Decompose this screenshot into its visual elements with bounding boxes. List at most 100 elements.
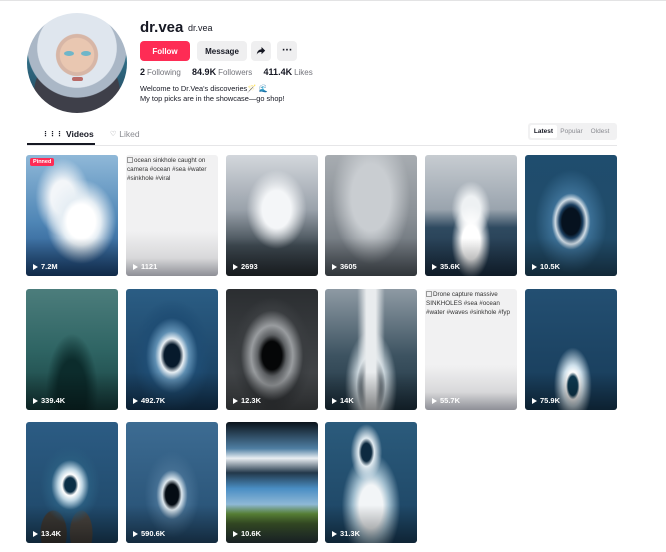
view-count-value: 55.7K [440, 396, 461, 405]
view-count: 7.2M [33, 262, 58, 271]
play-icon [133, 397, 138, 404]
view-count-value: 3605 [340, 262, 357, 271]
view-count-value: 75.9K [540, 396, 561, 405]
video-card[interactable]: 3605 [325, 155, 417, 276]
grid-icon: ⋮⋮⋮ [42, 131, 63, 138]
video-card[interactable]: 13.4K [26, 422, 118, 543]
bio-line-2: My top picks are in the showcase—go shop… [140, 94, 285, 103]
play-icon [133, 530, 138, 537]
view-count: 1121 [133, 262, 157, 271]
likes-label: Likes [294, 68, 313, 77]
sort-popular[interactable]: Popular [559, 125, 584, 138]
play-icon [532, 397, 537, 404]
view-count: 12.3K [233, 396, 261, 405]
video-card[interactable]: 10.5K [525, 155, 617, 276]
tabs-divider [27, 145, 617, 146]
share-icon [256, 47, 266, 55]
bio-line-1: Welcome to Dr.Vea's discoveries🪄 🌊 [140, 84, 268, 93]
view-count: 10.6K [233, 529, 261, 538]
view-count: 492.7K [133, 396, 165, 405]
video-card[interactable]: 339.4K [26, 289, 118, 410]
message-button[interactable]: Message [197, 41, 247, 61]
avatar-eye-right [81, 51, 91, 56]
play-icon [33, 397, 38, 404]
play-icon [133, 263, 138, 270]
broken-thumbnail-alt-text: ocean sinkhole caught on camera #ocean #… [127, 156, 215, 183]
play-icon [332, 530, 337, 537]
video-card[interactable]: 31.3K [325, 422, 417, 543]
view-count-value: 31.3K [340, 529, 361, 538]
pinned-badge: Pinned [30, 158, 55, 166]
play-icon [33, 530, 38, 537]
video-card[interactable]: 492.7K [126, 289, 218, 410]
tab-videos[interactable]: ⋮⋮⋮ Videos [42, 128, 94, 142]
likes-count: 411.4K [263, 67, 293, 77]
sort-oldest[interactable]: Oldest [586, 125, 614, 138]
view-count-value: 10.6K [241, 529, 262, 538]
video-card[interactable]: 35.6K [425, 155, 517, 276]
view-count: 31.3K [332, 529, 360, 538]
view-count: 75.9K [532, 396, 560, 405]
following-count: 2 [140, 67, 146, 77]
play-icon [233, 397, 238, 404]
follow-button[interactable]: Follow [140, 41, 190, 61]
share-button[interactable] [251, 41, 271, 61]
video-card[interactable]: Drone capture massive SINKHOLES #sea #oc… [425, 289, 517, 410]
view-count-value: 7.2M [41, 262, 58, 271]
broken-image-icon [127, 157, 133, 163]
alt-text-value: ocean sinkhole caught on camera #ocean #… [127, 157, 207, 182]
view-count: 339.4K [33, 396, 65, 405]
view-count: 3605 [332, 262, 357, 271]
video-card[interactable]: ocean sinkhole caught on camera #ocean #… [126, 155, 218, 276]
play-icon [432, 263, 437, 270]
alt-text-value: Drone capture massive SINKHOLES #sea #oc… [426, 291, 511, 316]
play-icon [233, 263, 238, 270]
video-card[interactable]: 2693 [226, 155, 318, 276]
view-count: 55.7K [432, 396, 460, 405]
followers-count: 84.9K [192, 67, 217, 77]
tab-videos-label: Videos [66, 129, 94, 139]
more-options-button[interactable]: ··· [277, 41, 297, 61]
play-icon [432, 397, 437, 404]
play-icon [33, 263, 38, 270]
video-card[interactable]: 75.9K [525, 289, 617, 410]
sort-latest[interactable]: Latest [530, 125, 557, 138]
top-divider [0, 0, 666, 1]
play-icon [233, 530, 238, 537]
avatar[interactable] [27, 13, 127, 113]
view-count: 590.6K [133, 529, 165, 538]
view-count: 10.5K [532, 262, 560, 271]
video-card[interactable]: 10.6K [226, 422, 318, 543]
tab-liked-label: Liked [119, 129, 140, 139]
view-count-value: 2693 [241, 262, 258, 271]
view-count-value: 12.3K [241, 396, 262, 405]
following-stat[interactable]: 2 Following [140, 67, 181, 77]
view-count-value: 35.6K [440, 262, 461, 271]
nickname: dr.vea [188, 23, 213, 33]
username: dr.vea [140, 19, 184, 36]
followers-stat[interactable]: 84.9K Followers [192, 67, 252, 77]
following-label: Following [147, 68, 181, 77]
video-card[interactable]: Pinned 7.2M [26, 155, 118, 276]
video-card[interactable]: 590.6K [126, 422, 218, 543]
view-count-value: 13.4K [41, 529, 62, 538]
view-count-value: 10.5K [540, 262, 561, 271]
bio: Welcome to Dr.Vea's discoveries🪄 🌊 My to… [140, 84, 285, 104]
profile-stats: 2 Following 84.9K Followers 411.4K Likes [140, 67, 322, 77]
view-count: 14K [332, 396, 354, 405]
video-card[interactable]: 14K [325, 289, 417, 410]
video-card[interactable]: 12.3K [226, 289, 318, 410]
tab-liked[interactable]: ♡ Liked [110, 128, 140, 142]
view-count-value: 590.6K [141, 529, 166, 538]
play-icon [332, 397, 337, 404]
avatar-lips [72, 77, 83, 81]
play-icon [332, 263, 337, 270]
sort-toggle: Latest Popular Oldest [528, 123, 617, 140]
view-count: 13.4K [33, 529, 61, 538]
view-count-value: 14K [340, 396, 354, 405]
heart-lock-icon: ♡ [110, 131, 117, 138]
view-count-value: 1121 [141, 262, 158, 271]
view-count: 2693 [233, 262, 258, 271]
view-count-value: 492.7K [141, 396, 166, 405]
likes-stat: 411.4K Likes [263, 67, 313, 77]
